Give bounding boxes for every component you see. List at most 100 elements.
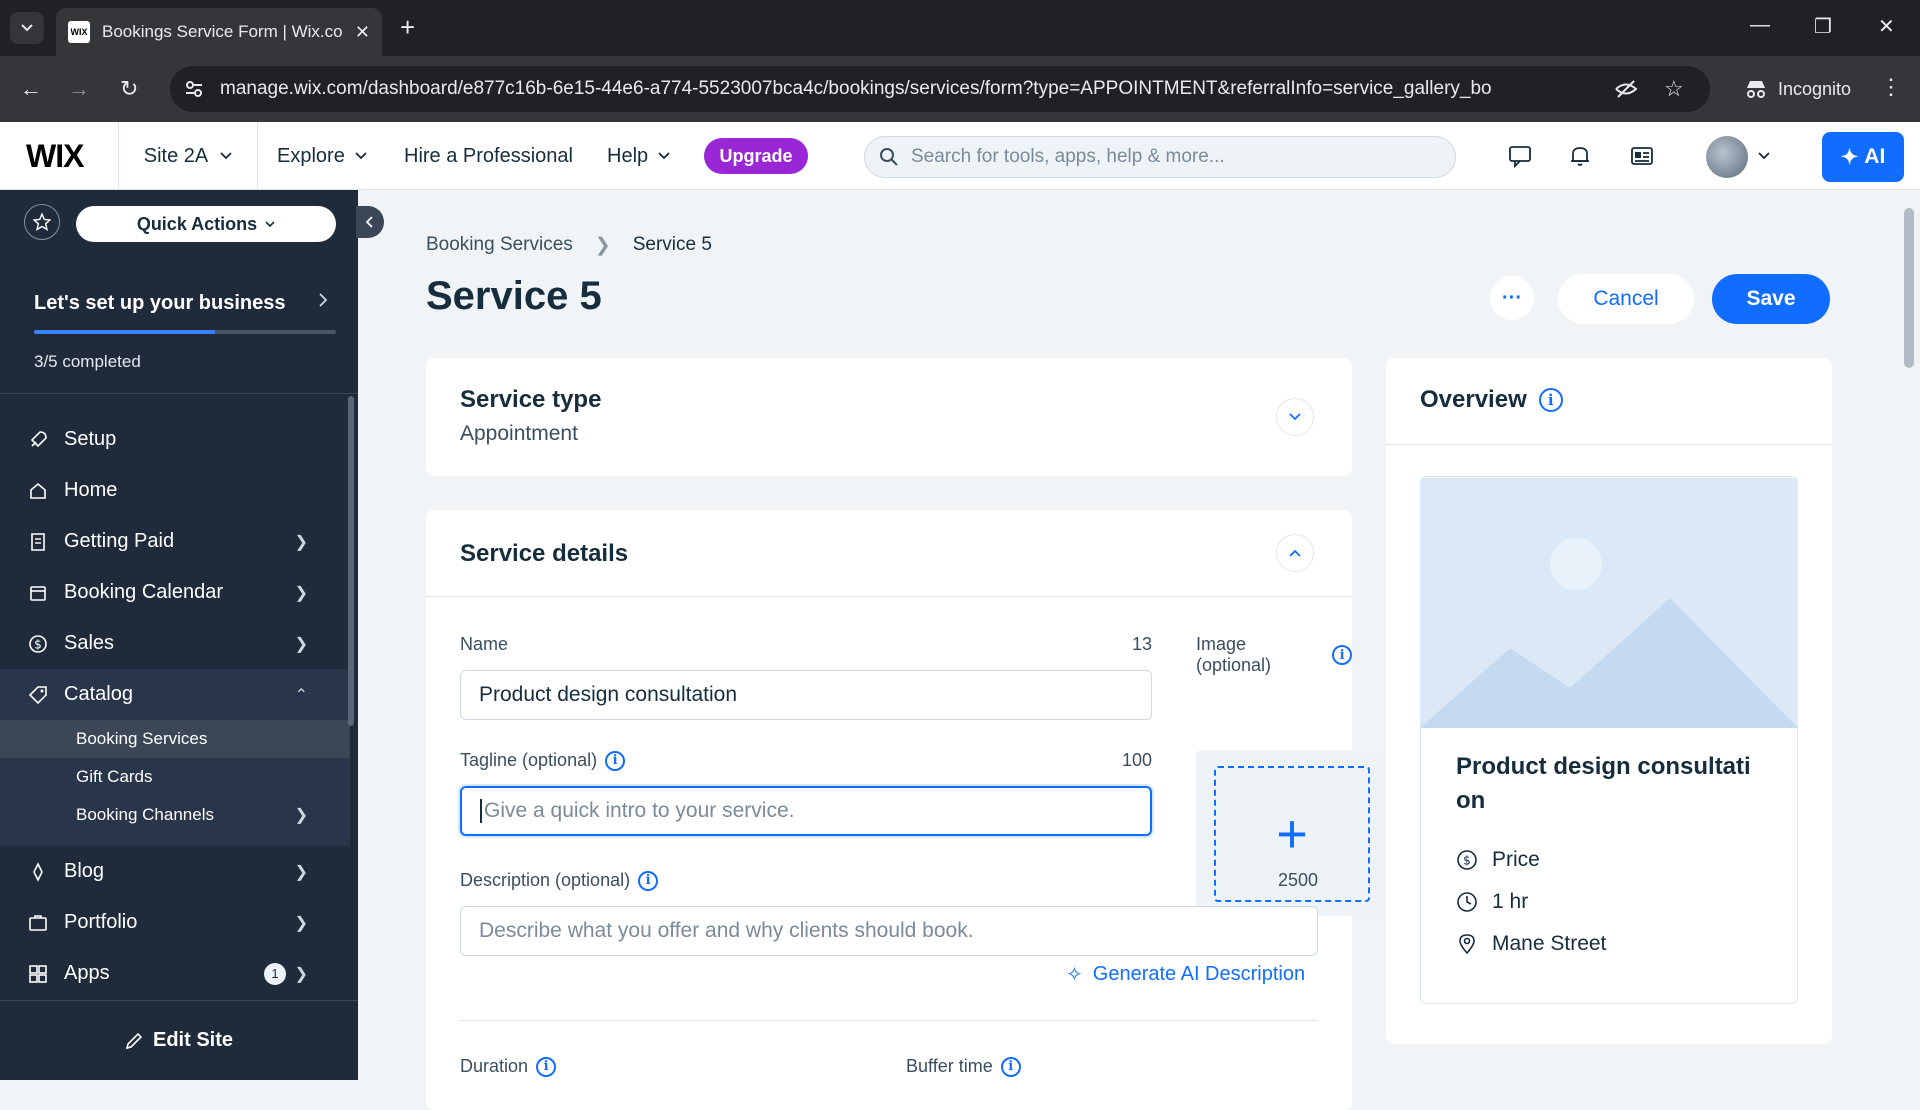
sidebar-item-catalog[interactable]: Catalog ⌃ (0, 669, 350, 720)
avatar[interactable] (1706, 136, 1748, 178)
forward-icon[interactable]: → (68, 76, 90, 102)
breadcrumb-current: Service 5 (632, 234, 712, 255)
name-label-text: Name (460, 634, 509, 654)
browser-tab[interactable]: WIX Bookings Service Form | Wix.com ✕ (56, 8, 382, 56)
info-icon[interactable]: i (605, 750, 626, 771)
tagline-field[interactable]: Give a quick intro to your service. (460, 786, 1152, 836)
newsfeed-icon[interactable] (1630, 144, 1654, 168)
url-field[interactable]: manage.wix.com/dashboard/e877c16b-6e15-4… (170, 66, 1710, 112)
setup-progress-fill (34, 330, 216, 334)
chevron-right-icon: ❯ (294, 965, 308, 983)
dollar-icon: $ (29, 634, 47, 653)
eye-off-icon[interactable] (1614, 77, 1638, 101)
site-settings-icon[interactable] (184, 79, 204, 99)
tab-search-button[interactable] (10, 12, 44, 44)
chevron-right-icon: ❯ (294, 807, 308, 824)
sidebar-item-label: Setup (64, 428, 117, 450)
chat-icon[interactable] (1508, 144, 1532, 168)
back-icon[interactable]: ← (20, 76, 42, 102)
overview-service-name-line: on (1456, 787, 1486, 814)
setup-progress-bar (34, 330, 336, 334)
calendar-icon (30, 585, 46, 601)
main-scrollbar[interactable] (1904, 208, 1914, 368)
setup-progress-card[interactable]: Let's set up your business 3/5 completed (0, 262, 358, 394)
info-icon[interactable]: i (536, 1056, 557, 1077)
sidebar-item-getting-paid[interactable]: Getting Paid ❯ (0, 516, 350, 567)
overview-duration: 1 hr (1492, 890, 1529, 913)
service-type-heading: Service type (460, 386, 602, 413)
sidebar-item-blog[interactable]: Blog ❯ (0, 846, 350, 897)
url-text: manage.wix.com/dashboard/e877c16b-6e15-4… (220, 78, 1492, 99)
site-switcher[interactable]: Site 2A (118, 122, 258, 190)
sidebar-scrollbar[interactable] (348, 396, 354, 726)
description-field[interactable]: Describe what you offer and why clients … (460, 906, 1318, 956)
tagline-label-text: Tagline (optional) (460, 750, 598, 770)
new-tab-icon[interactable]: + (400, 14, 415, 40)
sidebar-item-booking-calendar[interactable]: Booking Calendar ❯ (0, 567, 350, 618)
location-pin-icon (1459, 934, 1475, 955)
chevron-right-icon: ❯ (294, 914, 308, 932)
browser-menu-icon[interactable]: ⋮ (1880, 74, 1902, 100)
service-type-card[interactable]: Service type Appointment (426, 358, 1352, 476)
close-tab-icon[interactable]: ✕ (355, 22, 370, 43)
favorites-star-icon[interactable] (24, 204, 60, 240)
info-icon[interactable]: i (1000, 1056, 1021, 1077)
sidebar-item-home[interactable]: Home (0, 465, 350, 516)
bookmark-star-icon[interactable]: ☆ (1664, 76, 1684, 102)
browser-tab-bar: WIX Bookings Service Form | Wix.com ✕ + … (0, 0, 1920, 56)
restore-icon[interactable]: ❐ (1814, 14, 1832, 39)
close-window-icon[interactable]: ✕ (1878, 14, 1895, 39)
name-label: Name (460, 634, 508, 655)
upgrade-button[interactable]: Upgrade (704, 138, 808, 174)
tag-icon (28, 685, 47, 704)
name-field[interactable]: Product design consultation (460, 670, 1152, 720)
overview-location-row: Mane Street (1456, 932, 1606, 956)
more-actions-button[interactable]: ··· (1490, 276, 1534, 320)
chevron-down-icon[interactable] (1758, 152, 1770, 160)
sidebar-item-setup[interactable]: Setup (0, 414, 350, 465)
generate-ai-description-link[interactable]: ✧ Generate AI Description (1066, 962, 1305, 987)
divider (1386, 444, 1832, 445)
help-menu[interactable]: Help (607, 122, 670, 190)
sidebar-subitem-booking-channels[interactable]: Booking Channels ❯ (0, 796, 350, 834)
sidebar-subitem-gift-cards[interactable]: Gift Cards (0, 758, 350, 796)
edit-site-button[interactable]: Edit Site (0, 1000, 358, 1080)
image-label-text: Image (optional) (1196, 634, 1272, 675)
pen-icon (33, 861, 43, 882)
reload-icon[interactable]: ↻ (120, 76, 138, 102)
breadcrumb-booking-services[interactable]: Booking Services (426, 234, 573, 257)
duration-label-text: Duration (460, 1056, 529, 1076)
description-label: Description (optional) i (460, 870, 659, 891)
name-char-counter: 13 (1131, 634, 1152, 654)
search-input[interactable] (911, 146, 1431, 168)
chevron-down-icon (21, 24, 33, 32)
hire-professional-link[interactable]: Hire a Professional (404, 122, 573, 190)
expand-service-type-button[interactable] (1276, 398, 1314, 436)
ai-assistant-button[interactable]: ✦ AI (1822, 132, 1904, 182)
info-icon[interactable]: i (1538, 388, 1563, 412)
sidebar-subitem-booking-services[interactable]: Booking Services (0, 720, 350, 758)
buffer-time-label-text: Buffer time (906, 1056, 993, 1076)
info-icon[interactable]: i (638, 870, 659, 891)
collapse-service-details-button[interactable] (1276, 534, 1314, 572)
sidebar-item-apps[interactable]: Apps 1 ❯ (0, 948, 350, 999)
minimize-icon[interactable]: — (1750, 14, 1770, 37)
sidebar-nav: Setup Home Getting Paid ❯ Booking Calend… (0, 414, 350, 999)
explore-menu[interactable]: Explore (277, 122, 367, 190)
search-bar[interactable] (864, 136, 1456, 178)
save-button[interactable]: Save (1712, 274, 1830, 324)
quick-actions-button[interactable]: Quick Actions (76, 206, 336, 242)
wix-logo[interactable]: WIX (26, 138, 84, 175)
incognito-indicator[interactable]: Incognito (1730, 68, 1865, 110)
sidebar-item-sales[interactable]: $ Sales ❯ (0, 618, 350, 669)
overview-price-label: Price (1492, 848, 1540, 871)
sidebar-item-portfolio[interactable]: Portfolio ❯ (0, 897, 350, 948)
main-content: Booking Services ❯ Service 5 Service 5 ·… (358, 190, 1920, 1110)
quick-actions-label: Quick Actions (136, 213, 258, 234)
hire-professional-label: Hire a Professional (404, 144, 573, 167)
sidebar-item-label: Blog (64, 860, 105, 882)
info-icon[interactable]: i (1332, 645, 1352, 665)
bell-icon[interactable] (1568, 144, 1592, 168)
home-icon (30, 482, 46, 499)
cancel-button[interactable]: Cancel (1558, 274, 1694, 324)
